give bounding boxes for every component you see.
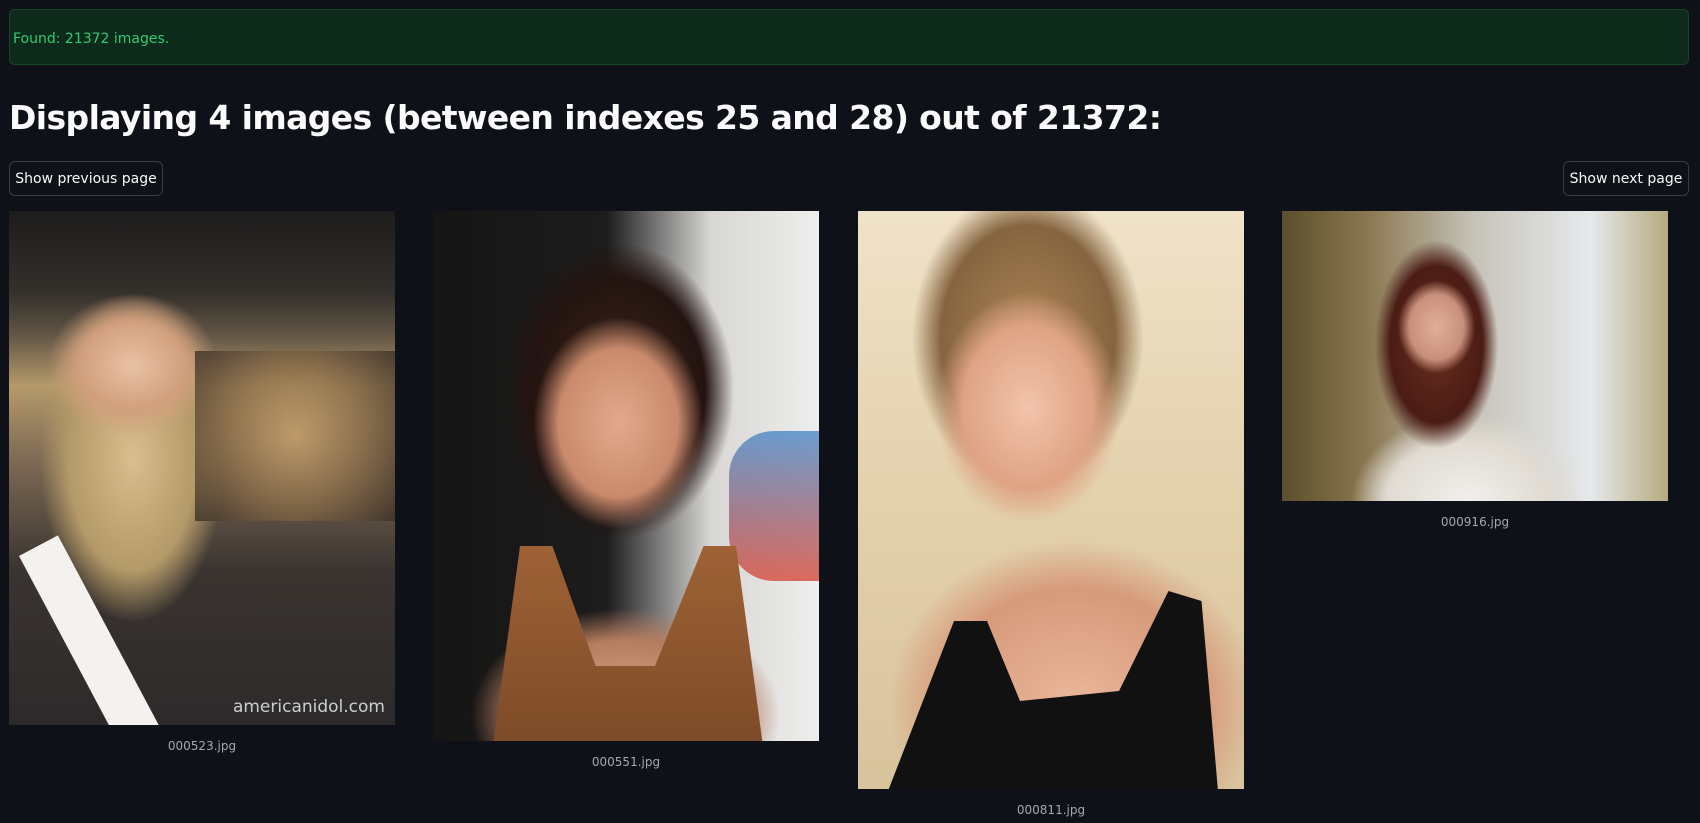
image-watermark: americanidol.com <box>232 697 385 717</box>
image-caption: 000916.jpg <box>1440 515 1510 529</box>
alert-text: Found: 21372 images. <box>13 31 170 47</box>
image-caption: 000551.jpg <box>591 755 661 769</box>
photo-top <box>888 591 1218 789</box>
gallery-image[interactable] <box>433 211 819 741</box>
photo-dress <box>493 546 763 741</box>
gallery-item: 000811.jpg <box>858 211 1244 817</box>
photo-crowd <box>195 351 395 521</box>
gallery-item: 000551.jpg <box>433 211 819 769</box>
gallery-image[interactable] <box>1282 211 1668 501</box>
gallery-image[interactable]: americanidol.com <box>9 211 395 725</box>
page-title: Displaying 4 images (between indexes 25 … <box>9 98 1162 137</box>
show-previous-page-button[interactable]: Show previous page <box>9 161 163 196</box>
gallery-item: 000916.jpg <box>1282 211 1668 529</box>
gallery-image[interactable] <box>858 211 1244 789</box>
show-next-page-button[interactable]: Show next page <box>1563 161 1689 196</box>
photo-logo-backdrop <box>729 431 819 581</box>
success-alert: Found: 21372 images. <box>9 9 1689 65</box>
image-caption: 000523.jpg <box>167 739 237 753</box>
gallery-item: americanidol.com 000523.jpg <box>9 211 395 753</box>
app-page: Found: 21372 images. Displaying 4 images… <box>0 0 1700 823</box>
image-caption: 000811.jpg <box>1016 803 1086 817</box>
photo-sash <box>19 535 162 725</box>
